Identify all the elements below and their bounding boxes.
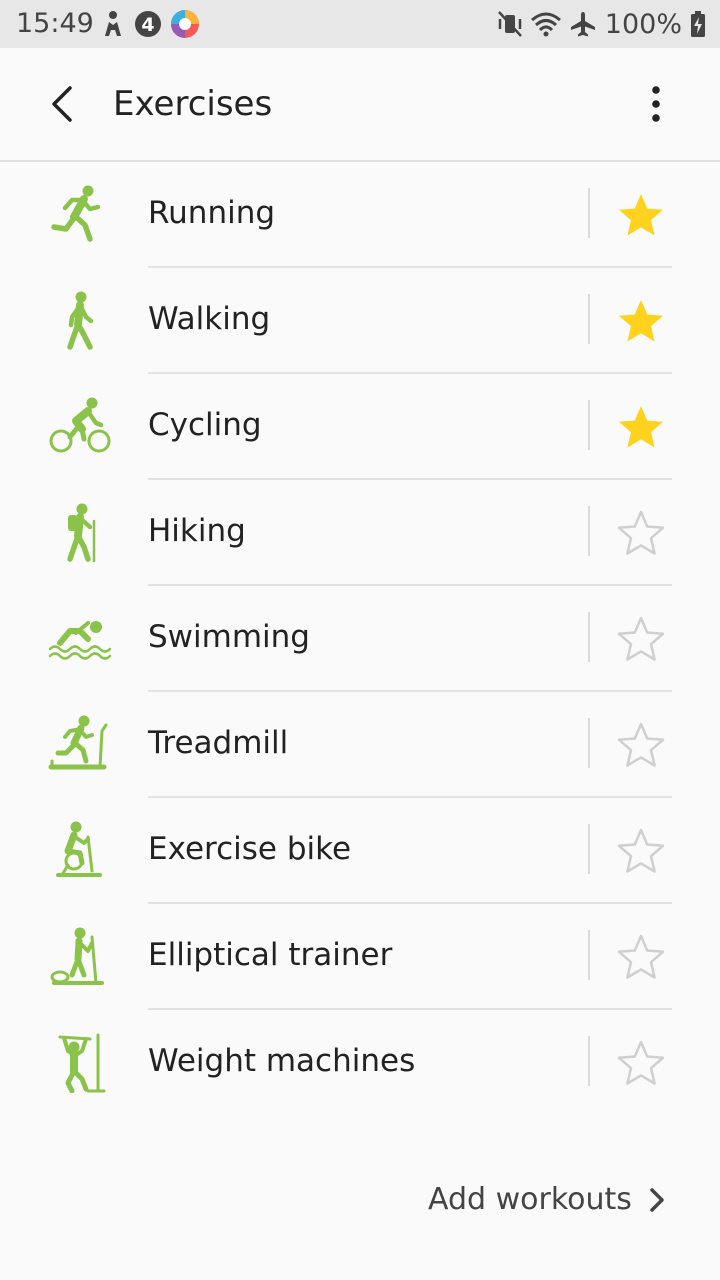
back-button[interactable]: [44, 84, 84, 124]
divider: [588, 294, 590, 344]
divider: [588, 506, 590, 556]
swimming-icon: [48, 621, 112, 660]
favorite-star-icon[interactable]: [616, 1039, 666, 1087]
favorite-star-icon[interactable]: [616, 827, 666, 875]
back-arrow-icon: [52, 86, 72, 122]
exercise-row-hiking[interactable]: Hiking: [0, 480, 720, 586]
exercise-row-running[interactable]: Running: [0, 162, 720, 268]
more-options-button[interactable]: [636, 84, 676, 124]
cycling-icon: [49, 397, 111, 453]
divider: [588, 188, 590, 238]
running-icon: [51, 185, 101, 242]
favorite-star-icon[interactable]: [616, 191, 666, 239]
favorite-star-icon[interactable]: [616, 615, 666, 663]
exercise-row-elliptical-trainer[interactable]: Elliptical trainer: [0, 904, 720, 1010]
status-bar: 15:49 4 100%: [0, 0, 720, 48]
battery-percentage: 100%: [604, 8, 682, 40]
divider: [588, 824, 590, 874]
divider: [588, 400, 590, 450]
favorite-star-icon[interactable]: [616, 721, 666, 769]
battery-charging-icon: [691, 11, 705, 37]
exercise-bike-icon: [56, 821, 102, 877]
accessibility-icon: [105, 11, 121, 36]
exercise-row-weight-machines[interactable]: Weight machines: [0, 1010, 720, 1116]
exercise-row-exercise-bike[interactable]: Exercise bike: [0, 798, 720, 904]
svg-text:4: 4: [141, 14, 154, 36]
exercise-row-walking[interactable]: Walking: [0, 268, 720, 374]
exercise-label: Swimming: [148, 619, 310, 655]
exercise-label: Cycling: [148, 407, 262, 443]
more-vertical-icon: [652, 86, 660, 122]
exercise-row-treadmill[interactable]: Treadmill: [0, 692, 720, 798]
divider: [588, 930, 590, 980]
photos-app-icon: [171, 10, 199, 38]
exercise-label: Walking: [148, 301, 271, 337]
exercise-row-cycling[interactable]: Cycling: [0, 374, 720, 480]
airplane-icon: [570, 12, 595, 37]
divider: [588, 612, 590, 662]
walking-icon: [67, 291, 94, 350]
status-icons-left: 4: [100, 8, 200, 40]
treadmill-icon: [48, 715, 108, 770]
favorite-star-icon[interactable]: [616, 933, 666, 981]
chevron-right-icon: [650, 1188, 664, 1212]
exercise-label: Exercise bike: [148, 831, 352, 867]
exercise-label: Weight machines: [148, 1043, 416, 1079]
exercise-label: Treadmill: [148, 725, 289, 761]
favorite-star-icon[interactable]: [616, 297, 666, 345]
wifi-icon: [530, 12, 561, 37]
exercise-row-swimming[interactable]: Swimming: [0, 586, 720, 692]
mute-vibrate-icon: [497, 11, 522, 37]
page-title: Exercises: [113, 84, 273, 124]
divider: [588, 718, 590, 768]
add-workouts-button[interactable]: Add workouts: [420, 1172, 680, 1228]
exercise-list: Running Walking Cycling Hiking Swimming …: [0, 162, 720, 1116]
hiking-icon: [67, 503, 96, 563]
exercise-label: Elliptical trainer: [148, 937, 393, 973]
weight-machines-icon: [58, 1033, 106, 1093]
elliptical-trainer-icon: [50, 927, 104, 985]
exercise-label: Running: [148, 195, 276, 231]
badge-4-icon: 4: [135, 11, 161, 37]
status-icons-right: 100%: [497, 8, 706, 40]
favorite-star-icon[interactable]: [616, 403, 666, 451]
exercise-label: Hiking: [148, 513, 246, 549]
status-time: 15:49: [16, 8, 94, 39]
add-workouts-label: Add workouts: [428, 1182, 632, 1217]
favorite-star-icon[interactable]: [616, 509, 666, 557]
divider: [588, 1036, 590, 1086]
app-bar: Exercises: [0, 48, 720, 162]
